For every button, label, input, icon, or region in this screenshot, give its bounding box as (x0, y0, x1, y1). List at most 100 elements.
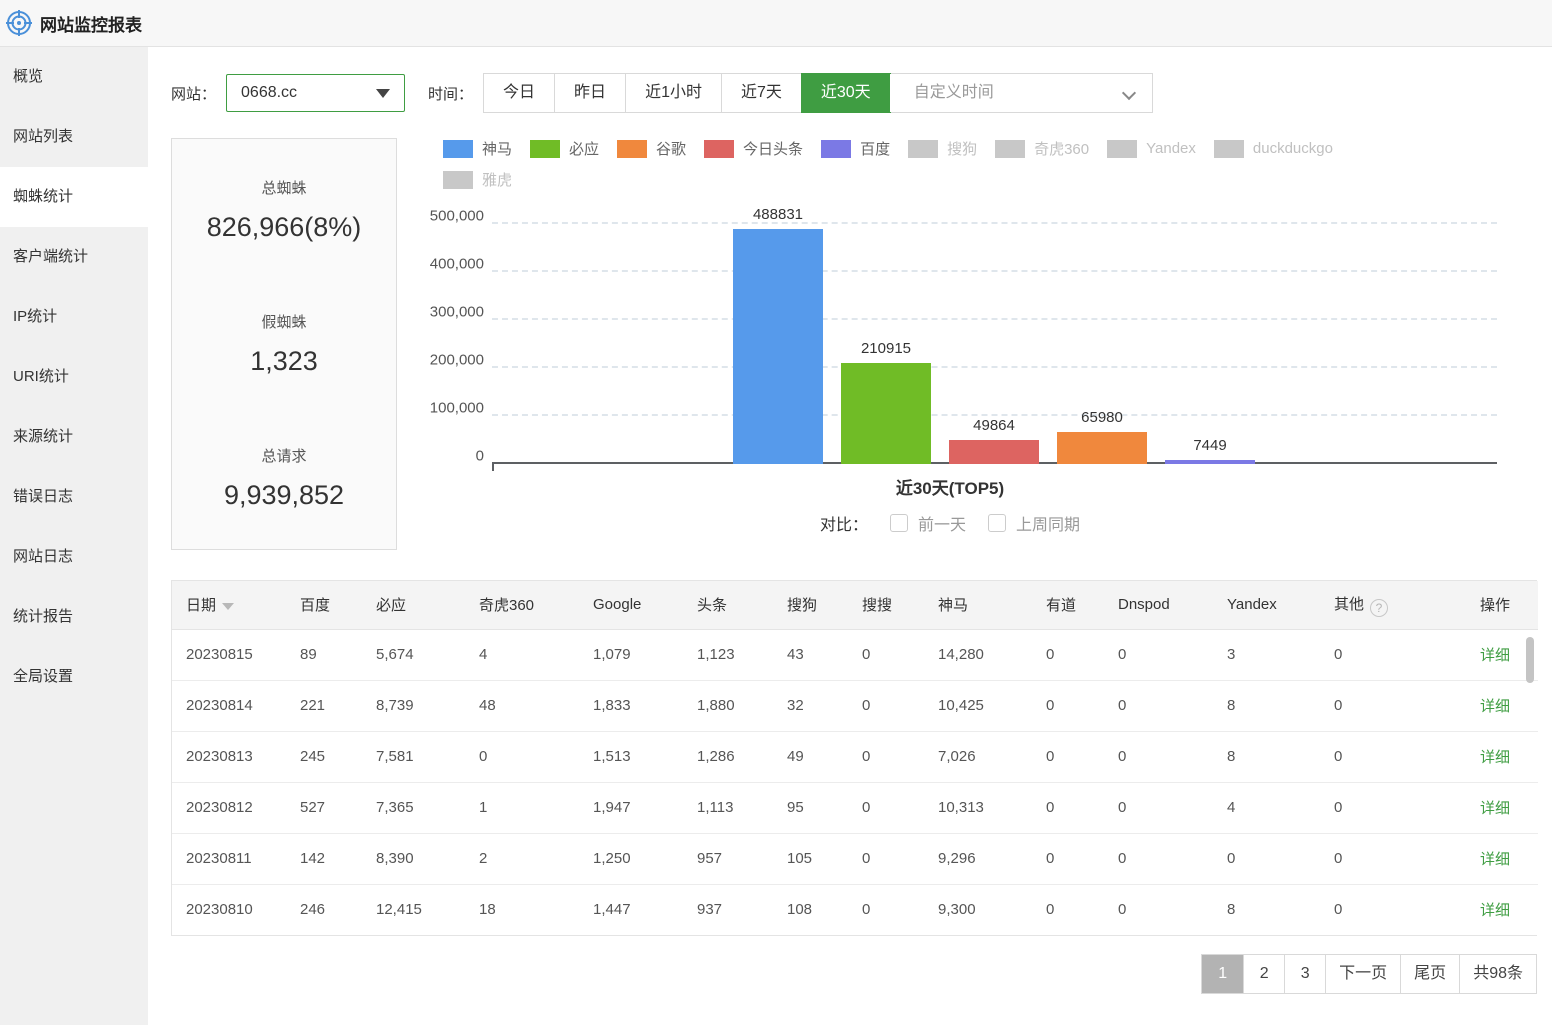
table-cell: 0 (1104, 731, 1213, 782)
scrollbar-thumb[interactable] (1526, 637, 1534, 683)
legend-item[interactable]: 今日头条 (704, 138, 803, 159)
table-cell: 14,280 (924, 629, 1032, 680)
column-header-有道: 有道 (1032, 581, 1104, 629)
y-axis-tick-label: 300,000 (430, 304, 484, 321)
sidebar-item-9[interactable]: 统计报告 (0, 587, 148, 647)
table-cell: 48 (465, 680, 579, 731)
column-header-Dnspod: Dnspod (1104, 581, 1213, 629)
stat-label: 假蜘蛛 (172, 311, 396, 332)
axis-tick (492, 464, 494, 471)
table-cell: 0 (1320, 680, 1466, 731)
bar-value-label: 65980 (1081, 409, 1123, 426)
table-cell: 0 (1320, 629, 1466, 680)
table-cell: 7,365 (362, 782, 465, 833)
table-cell: 0 (1320, 833, 1466, 884)
table-cell: 246 (286, 884, 362, 935)
legend-label: duckduckgo (1253, 140, 1333, 157)
detail-link[interactable]: 详细 (1480, 851, 1510, 868)
bar-神马 (733, 229, 823, 464)
column-header-奇虎360: 奇虎360 (465, 581, 579, 629)
table-cell: 5,674 (362, 629, 465, 680)
help-icon[interactable]: ? (1370, 599, 1388, 617)
sidebar-item-6[interactable]: 来源统计 (0, 407, 148, 467)
table-cell: 2 (465, 833, 579, 884)
detail-link[interactable]: 详细 (1480, 749, 1510, 766)
stat-label: 总请求 (172, 445, 396, 466)
site-select[interactable]: 0668.cc (226, 74, 405, 112)
column-header-日期[interactable]: 日期 (172, 581, 286, 629)
sidebar-item-2[interactable]: 蜘蛛统计 (0, 167, 148, 227)
legend-item[interactable]: 必应 (530, 138, 599, 159)
legend-item[interactable]: 谷歌 (617, 138, 686, 159)
site-select-value: 0668.cc (241, 84, 376, 102)
sidebar-item-1[interactable]: 网站列表 (0, 107, 148, 167)
time-option-0[interactable]: 今日 (484, 74, 555, 112)
stat-block-1: 假蜘蛛1,323 (172, 277, 396, 411)
legend-swatch (617, 140, 647, 158)
detail-link[interactable]: 详细 (1480, 902, 1510, 919)
y-axis-tick-label: 0 (476, 448, 484, 465)
compare-checkbox-0[interactable] (890, 514, 908, 532)
time-option-2[interactable]: 近1小时 (626, 74, 722, 112)
table-cell: 1,286 (683, 731, 773, 782)
table-cell: 1,880 (683, 680, 773, 731)
table-cell: 1,079 (579, 629, 683, 680)
legend-item[interactable]: 雅虎 (443, 169, 512, 190)
sidebar-item-7[interactable]: 错误日志 (0, 467, 148, 527)
table-row: 202308142218,739481,8331,88032010,425008… (172, 680, 1538, 731)
custom-time-select[interactable]: 自定义时间 (890, 74, 1152, 112)
table-cell: 1,113 (683, 782, 773, 833)
legend-item[interactable]: Yandex (1107, 140, 1196, 158)
table-cell: 20230815 (172, 629, 286, 680)
table-cell: 0 (848, 833, 924, 884)
sort-caret-icon[interactable] (222, 603, 234, 610)
next-page-button[interactable]: 下一页 (1325, 955, 1400, 993)
time-option-4[interactable]: 近30天 (801, 73, 891, 113)
table-cell: 0 (1104, 680, 1213, 731)
table-cell: 0 (1032, 680, 1104, 731)
page-button-3[interactable]: 3 (1284, 955, 1325, 993)
page-button-2[interactable]: 2 (1243, 955, 1284, 993)
legend-item[interactable]: duckduckgo (1214, 140, 1333, 158)
table-cell: 49 (773, 731, 848, 782)
page-button-1[interactable]: 1 (1202, 955, 1243, 993)
table-cell: 105 (773, 833, 848, 884)
table-cell: 0 (1032, 884, 1104, 935)
y-axis-tick-label: 400,000 (430, 256, 484, 273)
detail-link[interactable]: 详细 (1480, 698, 1510, 715)
sidebar-item-10[interactable]: 全局设置 (0, 647, 148, 707)
sidebar-item-5[interactable]: URI统计 (0, 347, 148, 407)
column-header-Yandex: Yandex (1213, 581, 1320, 629)
time-option-1[interactable]: 昨日 (555, 74, 626, 112)
legend-item[interactable]: 搜狗 (908, 138, 977, 159)
compare-checkbox-1[interactable] (988, 514, 1006, 532)
legend-item[interactable]: 神马 (443, 138, 512, 159)
table-cell: 0 (1320, 731, 1466, 782)
sidebar-item-8[interactable]: 网站日志 (0, 527, 148, 587)
detail-link[interactable]: 详细 (1480, 800, 1510, 817)
bar-value-label: 49864 (973, 417, 1015, 434)
chart-title: 近30天(TOP5) (443, 474, 1457, 499)
table-cell: 20230811 (172, 833, 286, 884)
legend-swatch (821, 140, 851, 158)
table-cell: 8,390 (362, 833, 465, 884)
legend-item[interactable]: 百度 (821, 138, 890, 159)
table-cell: 937 (683, 884, 773, 935)
sidebar-item-3[interactable]: 客户端统计 (0, 227, 148, 287)
legend-label: 谷歌 (656, 138, 686, 159)
table-cell: 8 (1213, 731, 1320, 782)
last-page-button[interactable]: 尾页 (1400, 955, 1459, 993)
top-header: 网站监控报表 (0, 0, 1552, 47)
table-cell: 1,250 (579, 833, 683, 884)
column-header-搜搜: 搜搜 (848, 581, 924, 629)
time-option-3[interactable]: 近7天 (722, 74, 802, 112)
legend-swatch (704, 140, 734, 158)
table-cell: 1,833 (579, 680, 683, 731)
table-cell: 0 (1104, 833, 1213, 884)
legend-item[interactable]: 奇虎360 (995, 138, 1089, 159)
sidebar-item-0[interactable]: 概览 (0, 47, 148, 107)
legend-label: 必应 (569, 138, 599, 159)
legend-label: 雅虎 (482, 169, 512, 190)
detail-link[interactable]: 详细 (1480, 647, 1510, 664)
sidebar-item-4[interactable]: IP统计 (0, 287, 148, 347)
